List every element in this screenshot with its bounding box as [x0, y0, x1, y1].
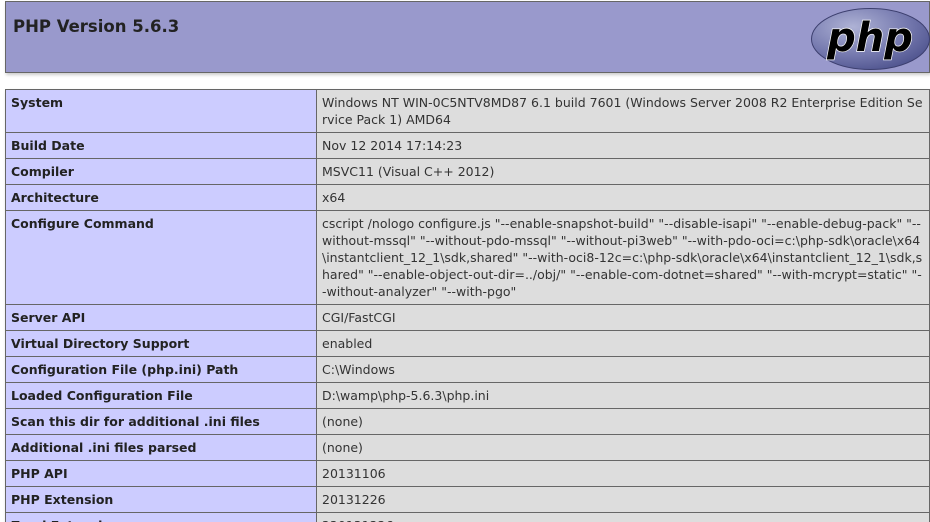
- row-label: Configuration File (php.ini) Path: [5, 356, 317, 383]
- row-label: Scan this dir for additional .ini files: [5, 408, 317, 435]
- table-row: PHP Extension 20131226: [5, 486, 930, 513]
- row-value: enabled: [316, 330, 930, 357]
- table-row: Configuration File (php.ini) Path C:\Wind…: [5, 356, 930, 383]
- row-label: PHP Extension: [5, 486, 317, 513]
- table-row: Loaded Configuration File D:\wamp\php-5.6…: [5, 382, 930, 409]
- row-value: Windows NT WIN-0C5NTV8MD87 6.1 build 760…: [316, 89, 930, 133]
- table-row: Architecture x64: [5, 184, 930, 211]
- row-label: Virtual Directory Support: [5, 330, 317, 357]
- table-row: Compiler MSVC11 (Visual C++ 2012): [5, 158, 930, 185]
- phpinfo-header: PHP Version 5.6.3 php: [5, 1, 930, 73]
- table-row: Zend Extension220131226: [5, 512, 930, 522]
- table-row: Build Date Nov 12 2014 17:14:23: [5, 132, 930, 159]
- row-label: Loaded Configuration File: [5, 382, 317, 409]
- row-label: Compiler: [5, 158, 317, 185]
- info-table-body: System Windows NT WIN-0C5NTV8MD87 6.1 bui…: [5, 89, 930, 522]
- row-label: PHP API: [5, 460, 317, 487]
- row-value: (none): [316, 434, 930, 461]
- row-label: Configure Command: [5, 210, 317, 305]
- row-value: C:\Windows: [316, 356, 930, 383]
- row-label: Architecture: [5, 184, 317, 211]
- row-value: MSVC11 (Visual C++ 2012): [316, 158, 930, 185]
- table-row: Virtual Directory Support enabled: [5, 330, 930, 357]
- row-label: System: [5, 89, 317, 133]
- row-value: (none): [316, 408, 930, 435]
- php-logo-icon: php: [811, 8, 930, 70]
- phpinfo-page: PHP Version 5.6.3 php System Windows NT W…: [0, 0, 930, 522]
- table-row: System Windows NT WIN-0C5NTV8MD87 6.1 bui…: [5, 89, 930, 133]
- table-row: Server API CGI/FastCGI: [5, 304, 930, 331]
- row-value: cscript /nologo configure.js "--enable-s…: [316, 210, 930, 305]
- row-value: Nov 12 2014 17:14:23: [316, 132, 930, 159]
- table-row: Configure Command cscript /nologo configu…: [5, 210, 930, 305]
- row-value: x64: [316, 184, 930, 211]
- row-value: 20131226: [316, 486, 930, 513]
- row-label: Build Date: [5, 132, 317, 159]
- row-value: 220131226: [316, 512, 930, 522]
- table-row: Scan this dir for additional .ini files(…: [5, 408, 930, 435]
- row-label: Zend Extension: [5, 512, 317, 522]
- row-value: D:\wamp\php-5.6.3\php.ini: [316, 382, 930, 409]
- info-table: System Windows NT WIN-0C5NTV8MD87 6.1 bui…: [5, 89, 930, 522]
- page-title: PHP Version 5.6.3: [13, 17, 180, 36]
- table-row: Additional .ini files parsed (none): [5, 434, 930, 461]
- row-value: CGI/FastCGI: [316, 304, 930, 331]
- row-value: 20131106: [316, 460, 930, 487]
- row-label: Server API: [5, 304, 317, 331]
- table-row: PHP API 20131106: [5, 460, 930, 487]
- php-logo-text: php: [826, 15, 913, 61]
- row-label: Additional .ini files parsed: [5, 434, 317, 461]
